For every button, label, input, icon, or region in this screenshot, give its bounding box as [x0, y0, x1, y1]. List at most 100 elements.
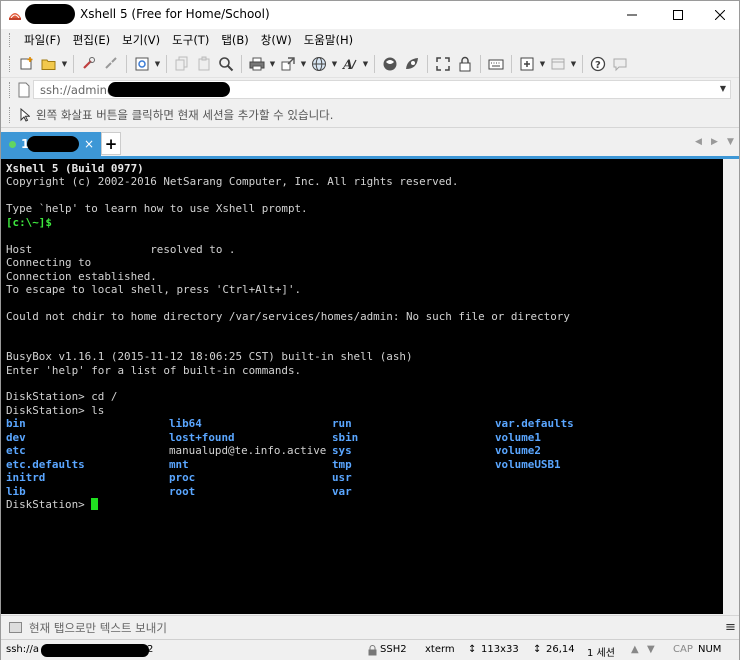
address-field[interactable]: ssh://admin@ ▼: [33, 80, 731, 99]
tab-session-1[interactable]: 1 ×: [1, 132, 101, 156]
ls-entry: var.defaults: [495, 417, 574, 431]
status-cap: CAP: [673, 644, 693, 655]
paste-button[interactable]: [193, 53, 215, 75]
ls-entry: sbin: [332, 430, 359, 444]
address-dropdown-icon[interactable]: ▼: [720, 84, 726, 93]
transfer-icon: [281, 57, 295, 71]
terminal-line: Host resolved to .: [6, 242, 236, 256]
terminal-line: DiskStation> ls: [6, 403, 105, 417]
lock-button[interactable]: [454, 53, 476, 75]
toolbar-separator: [427, 55, 428, 73]
status-bar: ssh://a 2 SSH2 xterm ↕ 113x33 ↕ 26,14 1 …: [1, 639, 739, 660]
terminal-line: Connection established.: [6, 269, 157, 283]
toolbar-separator: [582, 55, 583, 73]
tab-scroll-left-icon[interactable]: ◀: [695, 137, 702, 147]
toolbar-separator: [166, 55, 167, 73]
new-session-icon: [20, 57, 33, 70]
layout-button[interactable]: [547, 53, 569, 75]
maximize-icon: [673, 10, 683, 20]
status-protocol: SSH2: [380, 644, 407, 655]
menu-edit[interactable]: 편집(E): [67, 32, 116, 48]
transfer-dropdown[interactable]: ▼: [299, 53, 308, 75]
terminal-area[interactable]: Xshell 5 (Build 0977) Copyright (c) 2002-…: [1, 159, 723, 614]
session-up-icon[interactable]: ▲: [631, 644, 639, 655]
window-title: Xshell 5 (Free for Home/School): [80, 7, 270, 21]
hint-arrow-icon[interactable]: [18, 107, 30, 122]
toolbar-grip[interactable]: [9, 56, 12, 72]
chat-button[interactable]: [609, 53, 631, 75]
address-value: ssh://admin@: [40, 83, 119, 97]
xmanager-icon: [406, 58, 418, 69]
compose-text: 현재 탭으로만 텍스트 보내기: [29, 621, 167, 635]
xftp-button[interactable]: [379, 53, 401, 75]
ls-entry: etc.defaults: [6, 457, 85, 471]
menu-grip[interactable]: [9, 32, 12, 47]
session-down-icon[interactable]: ▼: [647, 644, 655, 655]
ls-entry: lib64: [169, 417, 202, 431]
open-dropdown[interactable]: ▼: [60, 53, 69, 75]
hint-grip[interactable]: [9, 106, 12, 123]
font-button[interactable]: A: [339, 53, 361, 75]
unlink-icon: [105, 57, 117, 69]
help-button[interactable]: ?: [587, 53, 609, 75]
ls-entry: initrd: [6, 471, 46, 485]
menu-file[interactable]: 파일(F): [18, 32, 67, 48]
title-bar: Xshell 5 (Free for Home/School): [1, 1, 739, 29]
minimize-button[interactable]: [609, 1, 655, 29]
tab-bar: 1 × + ◀ ▶ ▼: [1, 131, 739, 157]
tab-close-icon[interactable]: ×: [84, 137, 94, 151]
font-icon: A: [342, 58, 357, 72]
xshell-app-icon[interactable]: [7, 7, 23, 23]
new-tab-button[interactable]: [516, 53, 538, 75]
find-button[interactable]: [215, 53, 237, 75]
encoding-button[interactable]: [308, 53, 330, 75]
toolbar-separator: [511, 55, 512, 73]
chat-icon: [613, 58, 627, 72]
menu-window[interactable]: 창(W): [255, 32, 298, 48]
new-tab-dropdown[interactable]: ▼: [538, 53, 547, 75]
link-icon: [83, 57, 95, 69]
tab-list-icon[interactable]: ▼: [727, 137, 734, 147]
menu-view[interactable]: 보기(V): [116, 32, 166, 48]
maximize-button[interactable]: [655, 1, 701, 29]
address-page-icon: [18, 82, 30, 98]
disconnect-button[interactable]: [100, 53, 122, 75]
properties-dropdown[interactable]: ▼: [153, 53, 162, 75]
encoding-dropdown[interactable]: ▼: [330, 53, 339, 75]
toolbar-separator: [241, 55, 242, 73]
toolbar-separator: [480, 55, 481, 73]
add-tab-button[interactable]: +: [101, 132, 121, 155]
address-grip[interactable]: [9, 82, 12, 98]
copy-button[interactable]: [171, 53, 193, 75]
keyboard-button[interactable]: [485, 53, 507, 75]
transfer-button[interactable]: [277, 53, 299, 75]
new-session-button[interactable]: [16, 53, 38, 75]
tab-scroll-right-icon[interactable]: ▶: [711, 137, 718, 147]
menu-tools[interactable]: 도구(T): [166, 32, 215, 48]
properties-button[interactable]: [131, 53, 153, 75]
menu-bar: 파일(F) 편집(E) 보기(V) 도구(T) 탭(B) 창(W) 도움말(H): [1, 29, 739, 50]
menu-help[interactable]: 도움말(H): [298, 32, 359, 48]
print-button[interactable]: [246, 53, 268, 75]
terminal-scrollbar[interactable]: [723, 159, 739, 614]
terminal-line: Connecting to: [6, 256, 92, 270]
print-dropdown[interactable]: ▼: [268, 53, 277, 75]
compose-icon[interactable]: [9, 622, 22, 633]
reconnect-button[interactable]: [78, 53, 100, 75]
redacted-session-name: [25, 4, 75, 24]
menu-tab[interactable]: 탭(B): [215, 32, 254, 48]
xmanager-button[interactable]: [401, 53, 423, 75]
fullscreen-button[interactable]: [432, 53, 454, 75]
terminal-line: Enter 'help' for a list of built-in comm…: [6, 363, 302, 377]
layout-dropdown[interactable]: ▼: [569, 53, 578, 75]
compose-menu-icon[interactable]: ≡: [725, 620, 736, 635]
close-button[interactable]: [697, 1, 740, 29]
ls-entry: manualupd@te.info.active: [169, 444, 327, 458]
svg-text:?: ?: [595, 60, 601, 71]
font-dropdown[interactable]: ▼: [361, 53, 370, 75]
status-size: 113x33: [481, 644, 519, 655]
open-button[interactable]: [38, 53, 60, 75]
